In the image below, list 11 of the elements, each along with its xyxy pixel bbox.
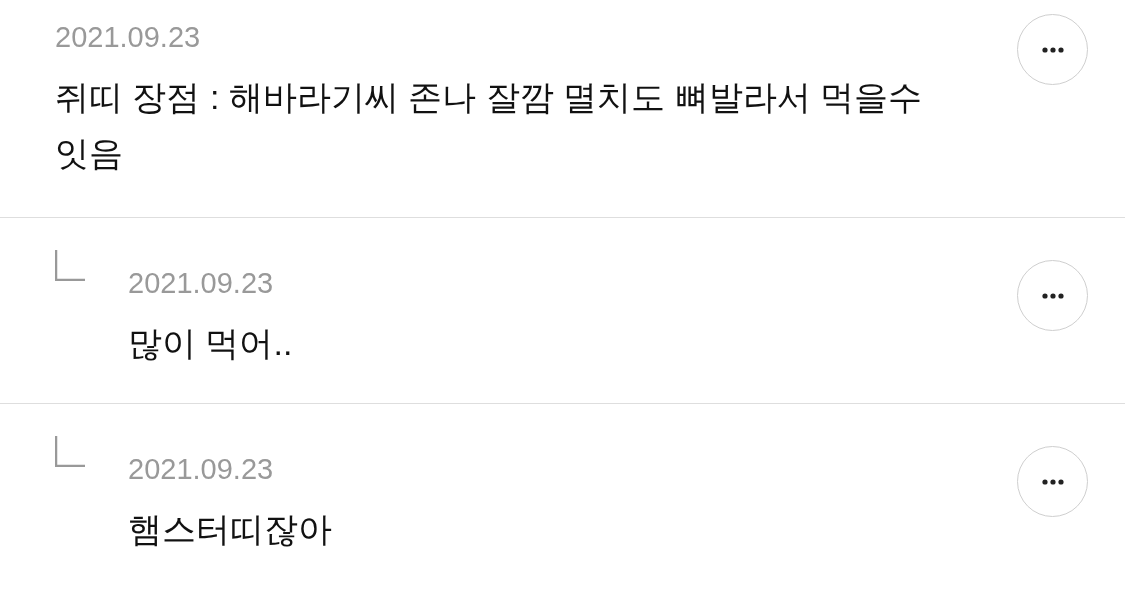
comment-date: 2021.09.23 (128, 266, 275, 301)
reply-text: 햄스터띠잖아 (128, 509, 333, 550)
comment-date: 2021.09.23 (55, 20, 202, 55)
more-icon (1041, 46, 1064, 53)
more-icon (1041, 478, 1064, 485)
more-icon (1041, 292, 1064, 299)
reply-text: 많이 먹어.. (128, 323, 294, 364)
reply-corner-icon (55, 436, 85, 467)
reply-corner-icon (55, 250, 85, 281)
comment-date: 2021.09.23 (128, 452, 275, 487)
comment-text: 쥐띠 장점 : 해바라기씨 존나 잘깜 멸치도 뼈발라서 먹을수 잇음 (55, 77, 924, 174)
